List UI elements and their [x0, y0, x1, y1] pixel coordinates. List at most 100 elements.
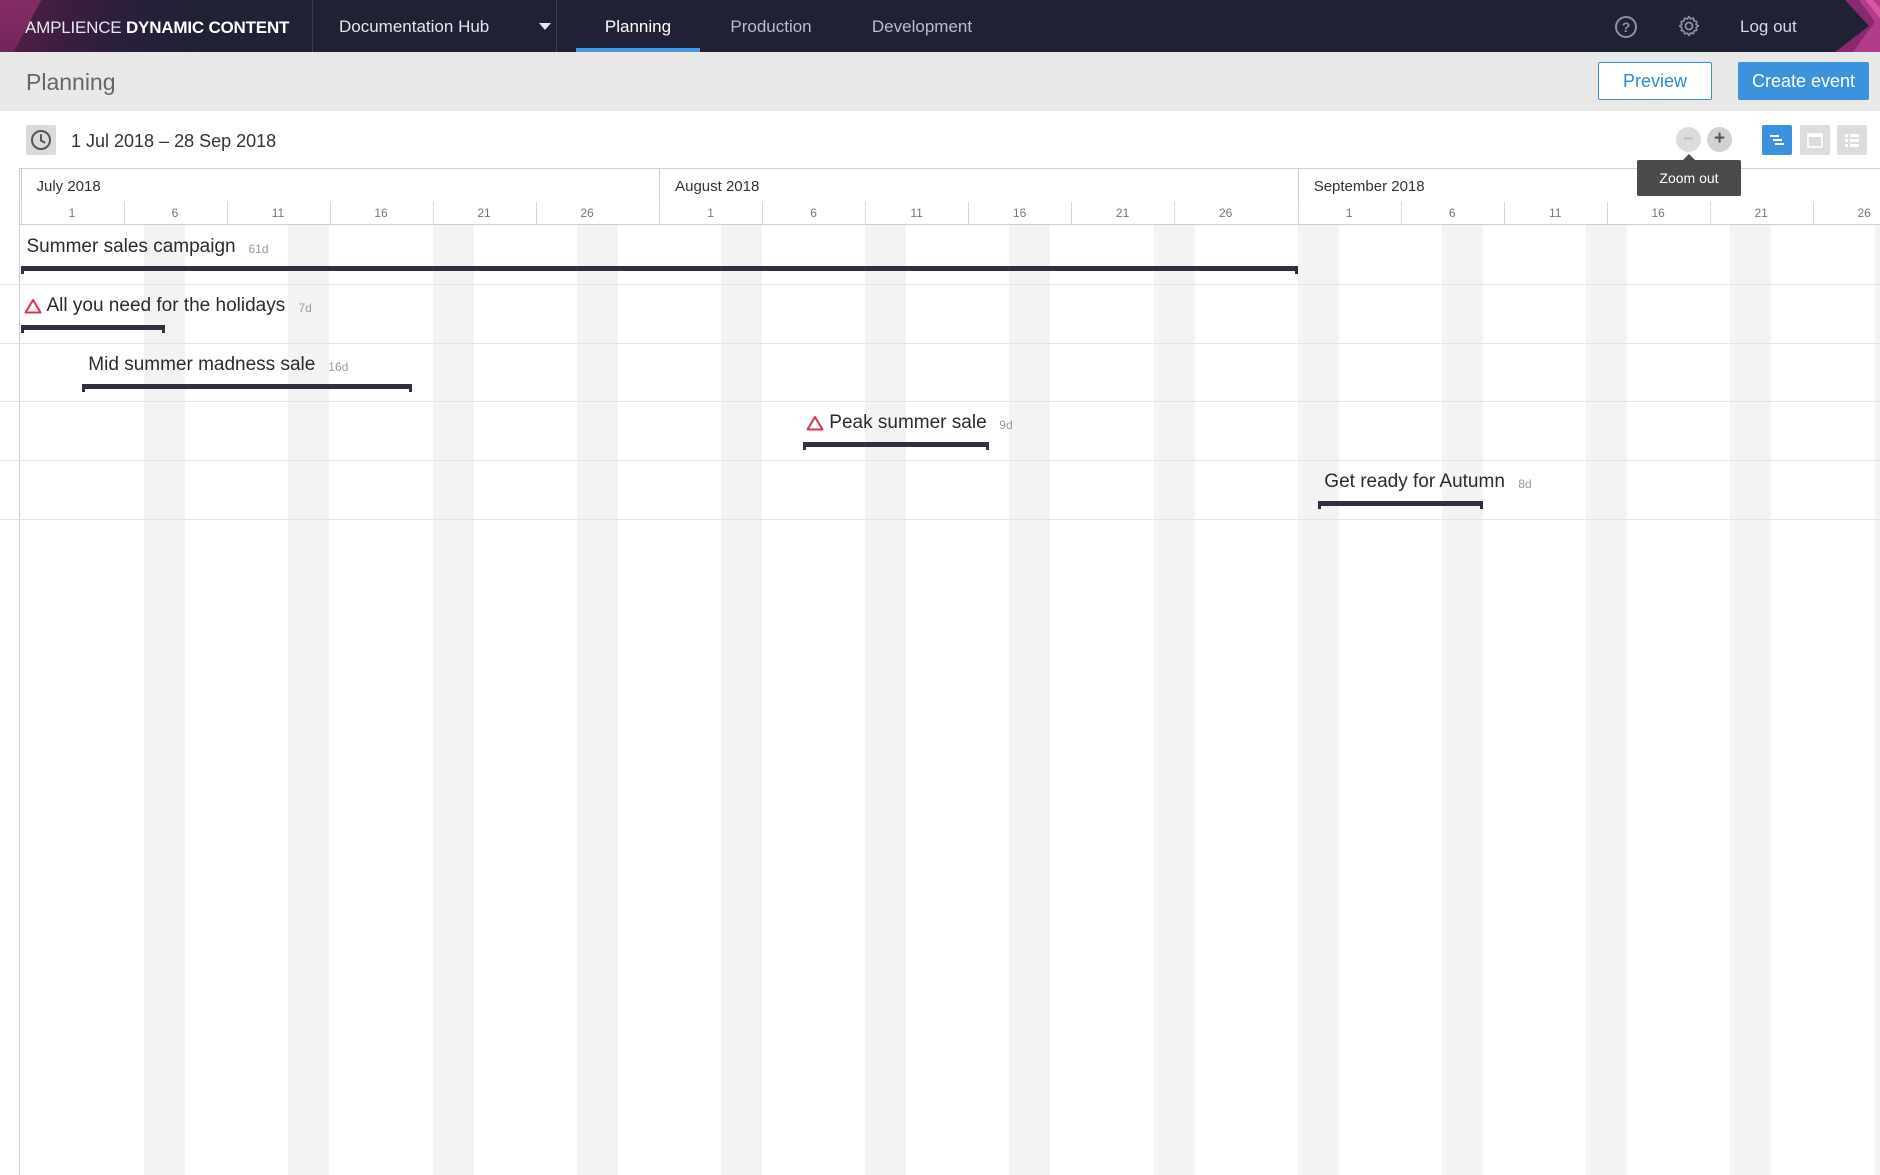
day-tick-label: 16 — [1012, 206, 1027, 220]
brand-name-bold: DYNAMIC CONTENT — [125, 18, 290, 37]
tab-development[interactable]: Development — [858, 0, 986, 52]
event-duration: 9d — [999, 418, 1013, 433]
help-icon[interactable]: ? — [1615, 16, 1637, 38]
day-tick-label: 21 — [477, 206, 491, 220]
warning-icon — [806, 416, 824, 431]
day-tick-label: 11 — [910, 206, 923, 220]
tab-production[interactable]: Production — [712, 0, 830, 52]
event-duration-bar[interactable] — [1318, 501, 1484, 510]
day-tick — [123, 202, 125, 224]
timeline-view-icon — [1770, 135, 1784, 145]
day-tick-label: 11 — [271, 206, 285, 220]
day-tick-label: 6 — [810, 206, 817, 220]
event-duration-bar[interactable] — [20, 266, 1298, 274]
list-view-icon — [1845, 134, 1859, 147]
day-tick-label: 16 — [1651, 206, 1665, 220]
event-row[interactable]: All you need for the holidays 7d — [0, 284, 1880, 342]
gear-icon[interactable] — [1677, 14, 1701, 38]
day-tick — [329, 202, 331, 224]
event-duration-bar[interactable] — [20, 324, 165, 333]
day-tick — [865, 202, 867, 224]
day-tick-label: 26 — [1218, 206, 1233, 220]
brand-name: AMPLIENCE DYNAMIC CONTENT — [25, 18, 289, 38]
day-tick-label: 21 — [1115, 206, 1130, 220]
event-duration: 8d — [1518, 477, 1532, 492]
preview-button[interactable]: Preview — [1598, 62, 1712, 100]
day-tick-label: 6 — [171, 206, 179, 220]
event-row[interactable]: Summer sales campaign 61d — [0, 225, 1880, 283]
month-label: July 2018 — [36, 178, 101, 195]
day-tick — [432, 202, 434, 224]
event-row[interactable]: Get ready for Autumn 8d — [0, 460, 1880, 518]
day-tick-label: 21 — [1754, 206, 1768, 220]
month-label: September 2018 — [1313, 178, 1425, 195]
event-duration: 16d — [328, 359, 349, 374]
top-navigation-bar: AMPLIENCE DYNAMIC CONTENT Documentation … — [0, 0, 1880, 52]
day-tick — [968, 202, 970, 224]
chevron-down-icon[interactable] — [539, 23, 551, 30]
calendar-view-icon — [1807, 133, 1823, 148]
day-tick — [20, 202, 22, 224]
day-tick — [1812, 202, 1814, 224]
day-tick — [762, 202, 764, 224]
day-tick-label: 1 — [1345, 206, 1353, 220]
day-tick-label: 16 — [374, 206, 388, 220]
day-tick — [1503, 202, 1505, 224]
day-tick — [1174, 202, 1176, 224]
logout-link[interactable]: Log out — [1740, 17, 1797, 37]
day-tick-label: 26 — [580, 206, 594, 220]
event-name: Summer sales campaign — [26, 236, 236, 257]
zoom-out-button[interactable]: − — [1676, 127, 1701, 152]
day-tick — [1606, 202, 1608, 224]
planning-timeline[interactable]: July 2018 August 2018 September 2018 1 6 11 1… — [0, 168, 1880, 1175]
month-header: August 2018 — [659, 169, 1299, 202]
day-tick — [535, 202, 537, 224]
day-tick — [1071, 202, 1073, 224]
day-tick — [1297, 202, 1299, 224]
create-event-button[interactable]: Create event — [1738, 62, 1869, 100]
event-name: All you need for the holidays — [46, 294, 286, 316]
day-tick-label: 1 — [68, 206, 76, 220]
event-duration-bar[interactable] — [82, 383, 412, 392]
timeline-view-button[interactable] — [1762, 125, 1792, 155]
zoom-in-button[interactable]: + — [1707, 127, 1732, 152]
day-tick-label: 1 — [707, 206, 714, 220]
month-header: September 2018 — [1297, 169, 1880, 202]
tab-planning[interactable]: Planning — [576, 0, 700, 52]
event-duration-bar[interactable] — [803, 442, 990, 451]
warning-icon — [24, 298, 41, 314]
day-tick — [659, 202, 661, 224]
day-tick-label: 11 — [1548, 206, 1562, 220]
planning-toolbar: 1 Jul 2018 – 28 Sep 2018 − + — [0, 111, 1880, 168]
month-header: July 2018 — [20, 169, 661, 202]
event-name: Mid summer madness sale — [88, 353, 316, 375]
event-row[interactable]: Mid summer madness sale 16d — [0, 343, 1880, 401]
hub-selector[interactable]: Documentation Hub — [313, 0, 557, 52]
page-header: Planning Preview Create event — [0, 52, 1880, 111]
calendar-view-button[interactable] — [1800, 125, 1830, 155]
event-row[interactable]: Peak summer sale 9d — [0, 401, 1880, 459]
day-tick — [1400, 202, 1402, 224]
day-tick-label: 6 — [1448, 206, 1456, 220]
page-title: Planning — [26, 69, 116, 95]
hub-name: Documentation Hub — [339, 17, 490, 36]
day-tick — [226, 202, 228, 224]
clock-icon — [31, 130, 51, 150]
brand-name-light: AMPLIENCE — [25, 18, 126, 37]
month-header-row: July 2018 August 2018 September 2018 — [19, 168, 1880, 203]
brand-logo[interactable]: AMPLIENCE DYNAMIC CONTENT — [0, 0, 313, 52]
event-duration: 7d — [298, 300, 312, 315]
list-view-button[interactable] — [1837, 125, 1867, 155]
date-range-button[interactable] — [26, 125, 56, 155]
event-duration: 61d — [248, 242, 269, 256]
day-tick-label: 26 — [1857, 206, 1871, 220]
day-tick — [1709, 202, 1711, 224]
date-range-label: 1 Jul 2018 – 28 Sep 2018 — [71, 131, 277, 151]
zoom-out-tooltip: Zoom out — [1637, 154, 1741, 196]
row-divider — [0, 519, 1880, 520]
month-label: August 2018 — [675, 178, 760, 195]
decorative-corner-art — [1835, 0, 1880, 52]
event-name: Get ready for Autumn — [1324, 471, 1505, 493]
event-name: Peak summer sale — [829, 412, 987, 434]
day-header-row: 1 6 11 16 21 26 1 6 11 16 21 26 1 6 11 16 21 26 — [19, 202, 1880, 225]
